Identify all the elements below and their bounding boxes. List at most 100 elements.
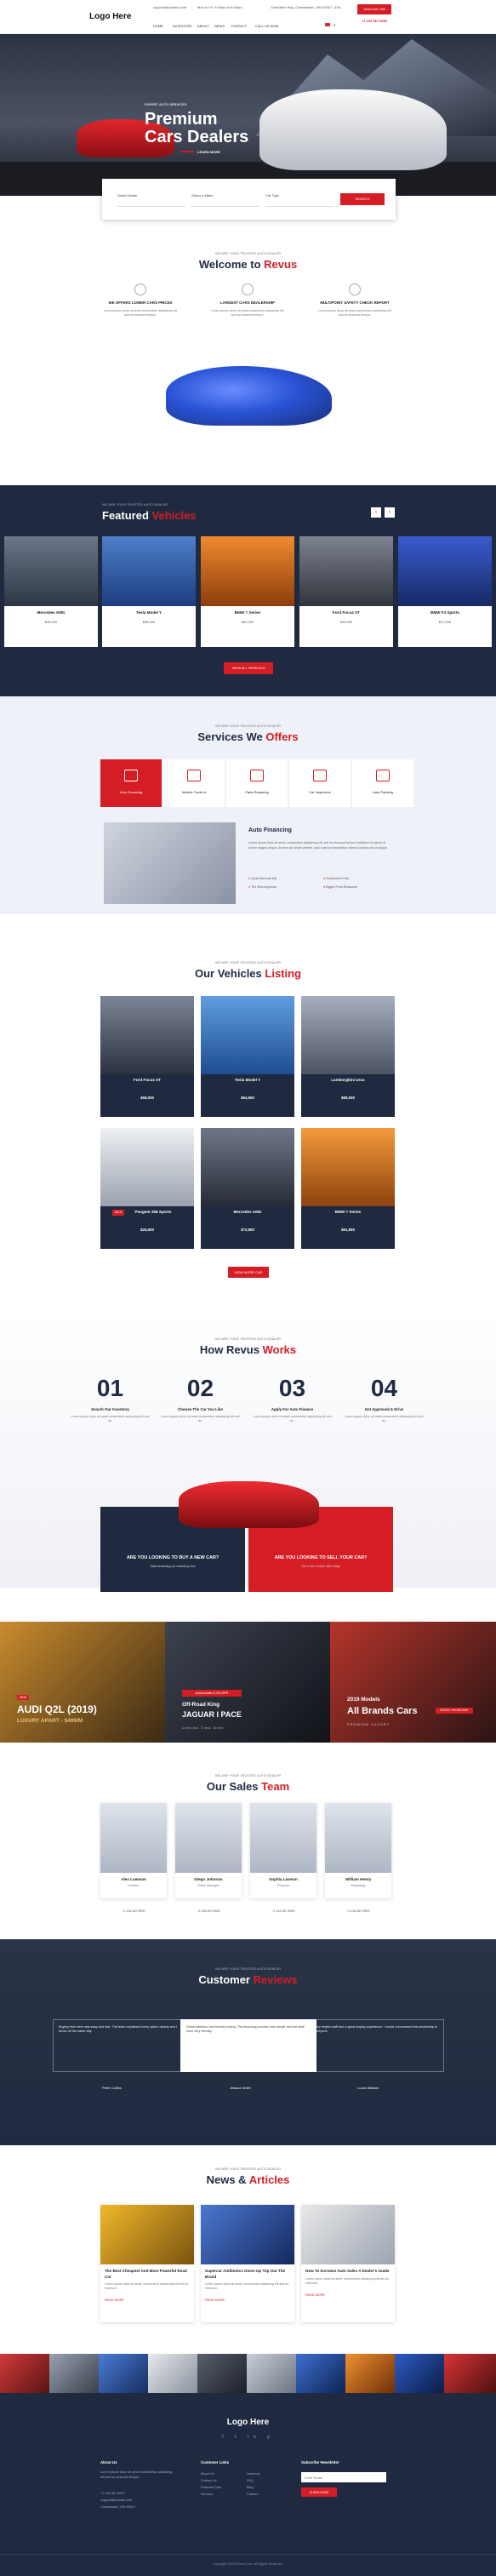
news-title-link[interactable]: Supercar Antibiotics Given Up Top Out Th… xyxy=(201,2264,294,2280)
carousel-next-button[interactable]: › xyxy=(385,507,395,518)
service-tab-car-inspection[interactable]: Car Inspection xyxy=(289,759,351,807)
listing-card[interactable]: Mercedes AMG $72,500 xyxy=(201,1128,294,1249)
gallery-image[interactable] xyxy=(247,2354,296,2393)
gallery-image[interactable] xyxy=(49,2354,99,2393)
footer-social-icons[interactable]: f t in g xyxy=(218,2435,279,2440)
listing-name[interactable]: Tesla Model Y xyxy=(201,1078,294,1082)
vehicle-card[interactable]: Tesla Model Y $58,000 xyxy=(102,536,196,647)
buy-car-title[interactable]: ARE YOU LOOKING TO BUY A NEW CAR? xyxy=(100,1554,245,1561)
car-type-dropdown[interactable]: Car Type xyxy=(265,192,334,207)
read-more-link[interactable]: READ MORE xyxy=(100,2293,194,2307)
listing-card[interactable]: SALE Peugeot 308 Sports $26,000 xyxy=(100,1128,194,1249)
footer-link[interactable]: About Us xyxy=(201,2470,214,2477)
header-email[interactable]: support@domain.com xyxy=(153,5,186,9)
view-all-vehicles-button[interactable]: VIEW ALL VEHICLES xyxy=(224,662,273,674)
listing-card[interactable]: Tesla Model Y $64,900 xyxy=(201,996,294,1117)
service-tab-trade-in[interactable]: Vehicle Trade In xyxy=(163,759,225,807)
news-title-link[interactable]: How To Increase Auto Sales A Dealer's Gu… xyxy=(301,2264,395,2275)
gallery-image[interactable] xyxy=(444,2354,496,2393)
vehicle-image[interactable] xyxy=(102,536,196,606)
team-name[interactable]: William Henry xyxy=(325,1877,391,1881)
sell-car-title[interactable]: ARE YOU LOOKING TO SELL YOUR CAR? xyxy=(248,1554,393,1561)
listing-name[interactable]: Lamborghini Urus xyxy=(301,1078,395,1082)
service-tab-auto-financing[interactable]: Auto Financing xyxy=(100,759,162,807)
vehicle-image[interactable] xyxy=(299,536,393,606)
listing-image[interactable] xyxy=(301,996,395,1074)
team-name[interactable]: Sophia Lawson xyxy=(250,1877,316,1881)
gallery-image[interactable] xyxy=(197,2354,247,2393)
vehicle-card[interactable]: BMW 7 Series $62,000 xyxy=(201,536,294,647)
news-title-link[interactable]: The Best Cheapest And Most Powerful Road… xyxy=(100,2264,194,2280)
flag-icon[interactable] xyxy=(325,23,330,26)
nav-contact[interactable]: CONTACT xyxy=(231,24,247,28)
news-card[interactable]: Supercar Antibiotics Given Up Top Out Th… xyxy=(201,2205,294,2322)
gallery-image[interactable] xyxy=(99,2354,148,2393)
vehicle-image[interactable] xyxy=(398,536,492,606)
news-image[interactable] xyxy=(301,2205,395,2264)
team-card[interactable]: Sophia Lawson Finance xyxy=(250,1803,316,1898)
nav-news[interactable]: NEWS xyxy=(214,24,225,28)
search-icon[interactable]: ⌕ xyxy=(334,23,336,28)
read-more-link[interactable]: READ MORE xyxy=(201,2293,294,2307)
team-name[interactable]: Alex Lowman xyxy=(100,1877,167,1881)
team-phone[interactable]: +1 234 567 8900 xyxy=(250,1909,316,1913)
nav-call-us[interactable]: CALL US NOW xyxy=(255,24,278,28)
team-phone[interactable]: +1 234 567 8900 xyxy=(100,1909,167,1913)
listing-image[interactable] xyxy=(201,1128,294,1206)
service-tab-parts-repairing[interactable]: Parts Repairing xyxy=(226,759,288,807)
service-tab-auto-painting[interactable]: Auto Painting xyxy=(352,759,413,807)
listing-image[interactable] xyxy=(100,1128,194,1206)
nav-home[interactable]: HOME xyxy=(153,24,163,28)
gallery-image[interactable] xyxy=(0,2354,49,2393)
gallery-image[interactable] xyxy=(345,2354,395,2393)
listing-card[interactable]: Lamborghini Urus $89,000 xyxy=(301,996,395,1117)
gallery-image[interactable] xyxy=(395,2354,444,2393)
nav-inventory[interactable]: INVENTORY xyxy=(173,24,192,28)
banner-jaguar[interactable]: Achievable 5.2% APR Off-Road King JAGUAR… xyxy=(165,1622,330,1743)
newsletter-email-input[interactable] xyxy=(301,2472,386,2482)
banner-audi[interactable]: NEW AUDI Q2L (2019) LUXURY APART - $499/… xyxy=(0,1622,165,1743)
nav-about[interactable]: ABOUT xyxy=(197,24,209,28)
listing-image[interactable] xyxy=(201,996,294,1074)
team-card[interactable]: Alex Lowman Director xyxy=(100,1803,167,1898)
footer-link[interactable]: FAQ xyxy=(247,2477,254,2484)
footer-link[interactable]: Services xyxy=(201,2491,214,2498)
listing-card[interactable]: BMW 7 Series $51,900 xyxy=(301,1128,395,1249)
schedule-visit-button[interactable]: Schedule Visit xyxy=(357,4,391,14)
subscribe-button[interactable]: SUBSCRIBE xyxy=(301,2487,337,2497)
news-card[interactable]: The Best Cheapest And Most Powerful Road… xyxy=(100,2205,194,2322)
gallery-image[interactable] xyxy=(148,2354,197,2393)
view-more-car-button[interactable]: VIEW MORE CAR xyxy=(228,1267,269,1278)
footer-link[interactable]: Contact Us xyxy=(201,2477,217,2484)
footer-logo[interactable]: Logo Here xyxy=(0,2418,496,2427)
listing-name[interactable]: BMW 7 Series xyxy=(301,1210,395,1214)
select-model-dropdown[interactable]: Select Model xyxy=(117,192,185,207)
vehicle-card[interactable]: BMW F4 Sports $71,000 xyxy=(398,536,492,647)
vehicle-card[interactable]: Mercedes AMG $49,000 xyxy=(4,536,98,647)
search-button[interactable]: SEARCH xyxy=(340,193,385,205)
vehicle-name[interactable]: Tesla Model Y xyxy=(102,610,196,615)
team-phone[interactable]: +1 234 567 8900 xyxy=(175,1909,242,1913)
header-phone[interactable]: +1 234 567 8900 xyxy=(362,19,387,23)
footer-link[interactable]: Inventory xyxy=(247,2470,260,2477)
team-phone[interactable]: +1 234 567 8900 xyxy=(325,1909,391,1913)
footer-link[interactable]: Featured Cars xyxy=(201,2484,221,2491)
team-card[interactable]: Diego Johnson Sales Manager xyxy=(175,1803,242,1898)
footer-link[interactable]: Careers xyxy=(247,2491,259,2498)
team-name[interactable]: Diego Johnson xyxy=(175,1877,242,1881)
vehicle-card[interactable]: Ford Focus ST $36,000 xyxy=(299,536,393,647)
listing-card[interactable]: Ford Focus ST $58,000 xyxy=(100,996,194,1117)
footer-link[interactable]: Blog xyxy=(247,2484,254,2491)
team-card[interactable]: William Henry Marketing xyxy=(325,1803,391,1898)
vehicle-name[interactable]: BMW 7 Series xyxy=(201,610,294,615)
listing-image[interactable] xyxy=(100,996,194,1074)
gallery-image[interactable] xyxy=(296,2354,345,2393)
news-image[interactable] xyxy=(201,2205,294,2264)
news-image[interactable] xyxy=(100,2205,194,2264)
learn-more-button[interactable]: LEARN MORE xyxy=(197,150,220,154)
listing-name[interactable]: Ford Focus ST xyxy=(100,1078,194,1082)
vehicle-name[interactable]: Mercedes AMG xyxy=(4,610,98,615)
select-make-dropdown[interactable]: Select a Make xyxy=(191,192,259,207)
footer-contact-email[interactable]: support@domain.com xyxy=(100,2497,132,2504)
listing-image[interactable] xyxy=(301,1128,395,1206)
